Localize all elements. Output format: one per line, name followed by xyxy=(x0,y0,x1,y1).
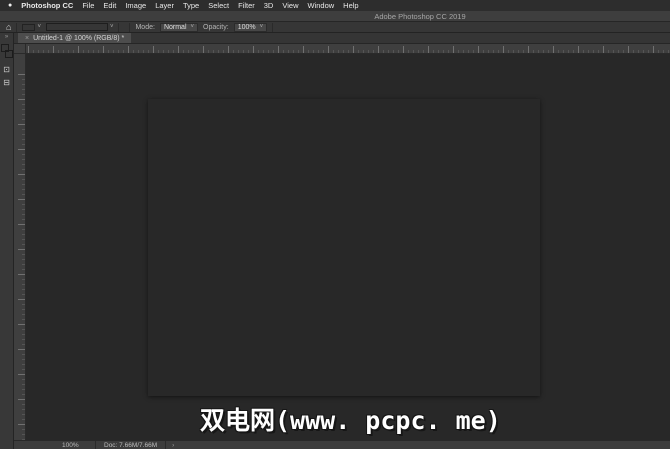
menu-item-file[interactable]: File xyxy=(82,1,94,10)
tool-preset-thumbnail xyxy=(22,24,35,31)
menu-item-select[interactable]: Select xyxy=(208,1,229,10)
document-tab[interactable]: × Untitled-1 @ 100% (RGB/8) * xyxy=(18,33,131,43)
chevron-down-icon: ˅ xyxy=(37,24,41,30)
chevron-down-icon: ˅ xyxy=(110,24,114,30)
screen-mode-button[interactable]: ⊟ xyxy=(1,76,13,89)
quick-mask-button[interactable]: ⊡ xyxy=(1,63,13,76)
foreground-color-swatch[interactable] xyxy=(1,44,9,52)
watermark-text: 双电网(www. pcpc. me) xyxy=(200,401,501,437)
photoshop-window: ● Photoshop CC File Edit Image Layer Type Sele… xyxy=(0,0,670,449)
ruler-corner xyxy=(14,44,26,54)
menu-item-image[interactable]: Image xyxy=(125,1,146,10)
mode-label: Mode: xyxy=(135,24,154,31)
pasteboard[interactable] xyxy=(26,54,670,440)
document-size-info: Doc: 7.66M/7.66M xyxy=(96,442,165,449)
expand-toolbar-icon[interactable]: » xyxy=(5,33,8,41)
color-swatches xyxy=(1,43,13,61)
window-title: Adobe Photoshop CC 2019 xyxy=(0,12,670,21)
menu-item-edit[interactable]: Edit xyxy=(103,1,116,10)
zoom-level-field[interactable]: 100% xyxy=(62,441,96,449)
mode-dropdown[interactable]: Normal ˅ xyxy=(160,23,198,32)
menu-item-filter[interactable]: Filter xyxy=(238,1,255,10)
close-tab-icon[interactable]: × xyxy=(25,35,29,42)
status-bar: 100% Doc: 7.66M/7.66M › xyxy=(14,440,670,449)
vertical-ruler[interactable] xyxy=(14,54,26,440)
document-tab-bar: × Untitled-1 @ 100% (RGB/8) * xyxy=(14,33,670,44)
menu-item-window[interactable]: Window xyxy=(307,1,334,10)
menu-item-help[interactable]: Help xyxy=(343,1,358,10)
menu-item-photoshop-cc[interactable]: Photoshop CC xyxy=(21,1,73,10)
menu-item-layer[interactable]: Layer xyxy=(155,1,174,10)
gradient-preview xyxy=(46,23,108,31)
divider xyxy=(129,23,130,32)
divider xyxy=(272,23,273,32)
tool-preset-picker[interactable]: ˅ xyxy=(22,24,41,31)
tools-panel: » ⊡ ⊟ xyxy=(0,33,14,449)
divider xyxy=(118,23,119,32)
opacity-dropdown[interactable]: 100% ˅ xyxy=(234,23,267,32)
opacity-label: Opacity: xyxy=(203,24,229,31)
opacity-value: 100% xyxy=(238,24,256,31)
document-canvas[interactable] xyxy=(148,99,540,396)
menu-bar: ● Photoshop CC File Edit Image Layer Type Sele… xyxy=(0,0,670,11)
gradient-picker[interactable]: ˅ xyxy=(46,23,114,31)
horizontal-ruler[interactable] xyxy=(26,44,670,54)
options-bar: ⌂ ˅ ˅ Mode: Normal ˅ Opacity: 100% ˅ xyxy=(0,22,670,33)
title-bar: Adobe Photoshop CC 2019 xyxy=(0,11,670,22)
menu-item-type[interactable]: Type xyxy=(183,1,199,10)
apple-icon[interactable]: ● xyxy=(8,2,12,9)
menu-item-view[interactable]: View xyxy=(282,1,298,10)
mode-value: Normal xyxy=(164,24,187,31)
chevron-down-icon: ˅ xyxy=(260,24,264,30)
status-options-chevron[interactable]: › xyxy=(165,441,180,449)
menu-item-3d[interactable]: 3D xyxy=(264,1,274,10)
chevron-down-icon: ˅ xyxy=(191,24,195,30)
home-icon[interactable]: ⌂ xyxy=(6,23,11,32)
divider xyxy=(16,23,17,32)
document-tab-title: Untitled-1 @ 100% (RGB/8) * xyxy=(33,35,124,42)
